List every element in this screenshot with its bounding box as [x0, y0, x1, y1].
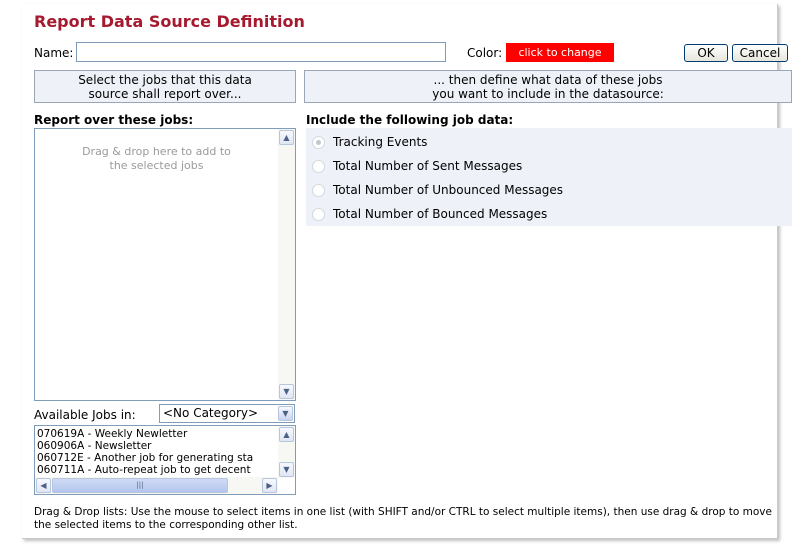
- name-label: Name:: [34, 46, 74, 60]
- job-data-heading: Include the following job data:: [306, 113, 514, 127]
- list-item[interactable]: 070619A - Weekly Newletter: [37, 428, 187, 440]
- scroll-right-icon[interactable]: ▶: [262, 478, 277, 493]
- category-selected-value: <No Category>: [163, 406, 259, 420]
- ok-button[interactable]: OK: [684, 44, 728, 62]
- name-input[interactable]: [76, 42, 446, 62]
- selected-jobs-scrollbar[interactable]: ▲ ▼: [278, 129, 295, 400]
- option-bounced-messages[interactable]: Total Number of Bounced Messages: [312, 204, 547, 224]
- list-item[interactable]: 060711A - Auto-repeat job to get decent: [37, 464, 251, 476]
- step1-instruction: Select the jobs that this data source sh…: [34, 70, 296, 103]
- color-label: Color:: [467, 46, 503, 60]
- step1-text: Select the jobs that this data source sh…: [78, 73, 252, 101]
- radio-icon[interactable]: [312, 135, 325, 149]
- option-label: Total Number of Unbounced Messages: [333, 183, 564, 197]
- report-data-source-dialog: Report Data Source Definition Name: Colo…: [22, 4, 792, 539]
- option-tracking-events[interactable]: Tracking Events: [312, 132, 427, 152]
- list-item[interactable]: 060712E - Another job for generating sta: [37, 452, 253, 464]
- scroll-down-icon[interactable]: ▼: [279, 462, 294, 477]
- selected-jobs-heading: Report over these jobs:: [34, 113, 194, 127]
- available-jobs-hscrollbar[interactable]: ◀ ||| ▶: [35, 477, 278, 494]
- drag-drop-hint: Drag & drop here to add to the selected …: [82, 145, 231, 172]
- help-text: Drag & Drop lists: Use the mouse to sele…: [34, 506, 772, 531]
- job-data-options: Tracking Events Total Number of Sent Mes…: [306, 128, 792, 226]
- cancel-button[interactable]: Cancel: [732, 44, 788, 62]
- scroll-left-icon[interactable]: ◀: [36, 478, 51, 493]
- available-jobs-label: Available Jobs in:: [34, 408, 136, 422]
- available-jobs-vscrollbar[interactable]: ▲ ▼: [278, 426, 295, 478]
- option-unbounced-messages[interactable]: Total Number of Unbounced Messages: [312, 180, 563, 200]
- step2-instruction: ... then define what data of these jobs …: [304, 70, 792, 103]
- scroll-up-icon[interactable]: ▲: [279, 427, 294, 442]
- list-item[interactable]: 060906A - Newsletter: [37, 440, 152, 452]
- option-label: Total Number of Sent Messages: [333, 159, 523, 173]
- scroll-up-icon[interactable]: ▲: [279, 130, 294, 145]
- option-label: Total Number of Bounced Messages: [333, 207, 548, 221]
- selected-jobs-list[interactable]: Drag & drop here to add to the selected …: [34, 128, 296, 401]
- option-sent-messages[interactable]: Total Number of Sent Messages: [312, 156, 522, 176]
- dialog-title: Report Data Source Definition: [34, 12, 305, 31]
- available-jobs-list[interactable]: 070619A - Weekly Newletter 060906A - New…: [34, 425, 296, 495]
- radio-icon[interactable]: [312, 183, 325, 197]
- option-label: Tracking Events: [333, 135, 428, 149]
- step2-text: ... then define what data of these jobs …: [432, 73, 664, 101]
- scroll-down-icon[interactable]: ▼: [279, 384, 294, 399]
- color-picker-button[interactable]: click to change: [506, 43, 614, 62]
- chevron-down-icon[interactable]: ▼: [278, 406, 293, 421]
- scroll-thumb[interactable]: |||: [52, 478, 228, 493]
- radio-icon[interactable]: [312, 159, 325, 173]
- category-select[interactable]: <No Category> ▼: [159, 404, 295, 423]
- radio-icon[interactable]: [312, 207, 325, 221]
